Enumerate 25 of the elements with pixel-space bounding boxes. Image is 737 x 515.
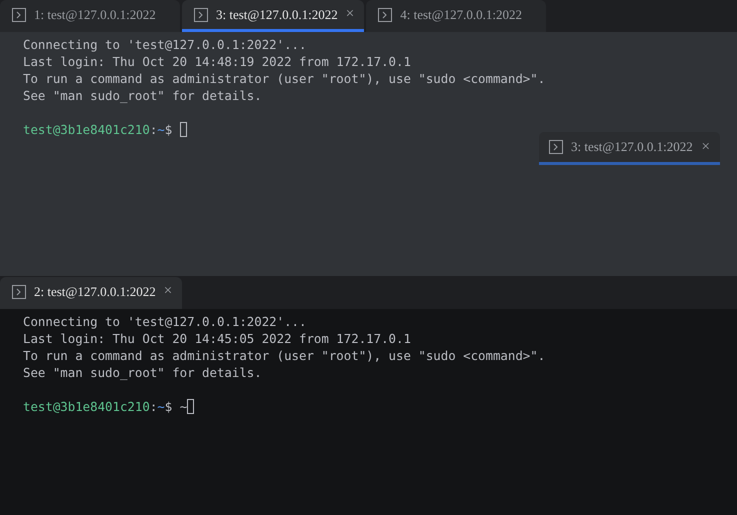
terminal-tab[interactable]: 2: test@127.0.0.1:2022 × [0,277,182,309]
terminal-line: Last login: Thu Oct 20 14:48:19 2022 from 172.17.0.1 [23,53,412,70]
terminal-icon [12,284,26,298]
prompt: test@3b1e8401c210:~$ ~ [23,398,188,415]
close-icon[interactable]: × [164,283,172,300]
terminal-line: To run a command as administrator (user "root"), use "sudo <command>". [23,347,546,364]
terminal-line: Connecting to 'test@127.0.0.1:2022'... [23,313,308,330]
terminal-tab[interactable]: 4: test@127.0.0.1:2022 [366,0,546,32]
terminal-line: To run a command as administrator (user "root"), use "sudo <command>". [23,70,546,87]
prompt: test@3b1e8401c210:~$ [23,121,174,138]
dragged-tab[interactable]: 3: test@127.0.0.1:2022 × [539,132,720,165]
terminal-icon [378,8,392,22]
terminal-cursor [187,399,194,414]
terminal-line: See "man sudo_root" for details. [23,364,263,381]
close-icon[interactable]: × [346,6,354,23]
terminal-line: Last login: Thu Oct 20 14:45:05 2022 from 172.17.0.1 [23,330,412,347]
terminal-tab[interactable]: 3: test@127.0.0.1:2022 × [182,0,364,32]
terminal-line: See "man sudo_root" for details. [23,87,263,104]
terminal-cursor [180,122,187,137]
terminal-icon [194,8,208,22]
terminal-icon [12,8,26,22]
terminal-tab[interactable]: 1: test@127.0.0.1:2022 [0,0,180,32]
close-icon[interactable]: × [702,138,710,156]
terminal-line: Connecting to 'test@127.0.0.1:2022'... [23,36,308,53]
terminal-icon [549,140,563,154]
